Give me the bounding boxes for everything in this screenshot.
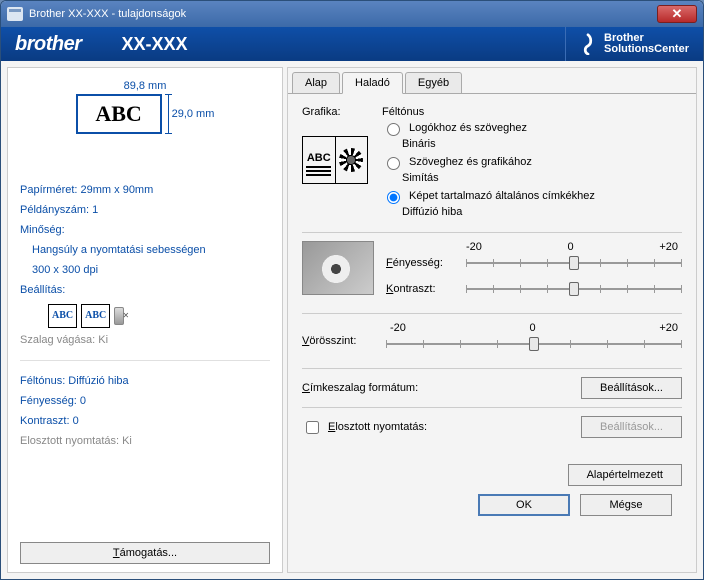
brand-model: XX-XXX [122,34,188,55]
graphics-sample-icon: ABC [302,136,368,184]
divider [302,368,682,369]
abc-icon: ABC [48,304,77,328]
distributed-label: Elosztott nyomtatás: [328,421,427,433]
dimension-line-icon [168,94,169,134]
red-level-label: Vörösszint: [302,335,374,347]
radio-dither-input[interactable] [387,157,400,170]
info-quality-v2: 300 x 300 dpi [32,260,270,280]
radio-dither[interactable]: Szöveghez és grafikához [382,156,682,170]
flower-icon [339,148,363,172]
preview-height-mark: 29,0 mm [168,94,215,134]
setting-icons: ABC ABC [48,304,270,328]
info-contrast: Kontraszt: 0 [20,411,270,431]
info-tape-cut: Szalag vágása: Ki [20,330,270,350]
ok-button[interactable]: OK [478,494,570,516]
printer-icon [7,7,23,21]
info-settings-h: Beállítás: [20,280,270,300]
tab-basic[interactable]: Alap [292,72,340,94]
support-button[interactable]: Támogatás... [20,542,270,564]
radio-binary-input[interactable] [387,123,400,136]
close-button[interactable]: ✕ [657,5,697,23]
brightness-row: Fényesség: [386,253,682,273]
info-paper-size: Papírméret: 29mm x 90mm [20,180,270,200]
slider-thumb[interactable] [529,337,539,351]
solutions-center-link[interactable]: BrotherSolutionsCenter [565,27,689,61]
tape-format-settings-button[interactable]: Beállítások... [581,377,682,399]
preview-panel: 89,8 mm ABC 29,0 mm Papírméret: 29mm x 9… [7,67,283,573]
label-preview: 89,8 mm ABC 29,0 mm [20,80,270,134]
red-row [386,334,682,354]
contrast-slider[interactable] [466,279,682,299]
defaults-button[interactable]: Alapértelmezett [568,464,682,486]
brightness-slider[interactable] [466,253,682,273]
info-halftone: Féltónus: Diffúzió hiba [20,371,270,391]
distributed-settings-button: Beállítások... [581,416,682,438]
info-quality-h: Minőség: [20,220,270,240]
brand-logo: brother [15,33,82,56]
red-level-block: Vörösszint: -20 0 +20 [302,322,682,360]
preview-width-label: 89,8 mm [20,80,270,92]
distributed-row: Elosztott nyomtatás: Beállítások... [302,416,682,438]
contrast-label: Kontraszt: [386,283,458,295]
radio-binary[interactable]: Logókhoz és szöveghez [382,122,682,136]
brightness-label: Fényesség: [386,257,458,269]
halftone-heading: Féltónus [382,106,682,118]
brightness-contrast-block: -20 0 +20 Fényesség: Kontras [302,241,682,305]
info-quality-v1: Hangsúly a nyomtatási sebességen [32,240,270,260]
slider-thumb[interactable] [569,256,579,270]
divider [302,313,682,314]
roll-icon [114,307,124,325]
tab-strip: Alap Haladó Egyéb [288,68,696,94]
tape-format-label: Címkeszalag formátum: [302,382,418,394]
settings-panel: Alap Haladó Egyéb Grafika: ABC Féltónus [287,67,697,573]
brand-bar: brother XX-XXX BrotherSolutionsCenter [1,27,703,61]
dialog-body: 89,8 mm ABC 29,0 mm Papírméret: 29mm x 9… [1,61,703,579]
tape-format-row: Címkeszalag formátum: Beállítások... [302,377,682,399]
contrast-row: Kontraszt: [386,279,682,299]
radio-diffusion-input[interactable] [387,191,400,204]
info-list: Papírméret: 29mm x 90mm Példányszám: 1 M… [20,180,270,451]
tab-other[interactable]: Egyéb [405,72,462,94]
preview-height-label: 29,0 mm [172,108,215,120]
solutions-center-label: BrotherSolutionsCenter [604,33,689,55]
dialog-footer: OK Mégse [302,486,682,516]
divider [302,232,682,233]
halftone-group: Féltónus Logókhoz és szöveghez Bináris S… [382,106,682,224]
info-brightness: Fényesség: 0 [20,391,270,411]
slider-scale: -20 0 +20 [386,322,682,334]
graphics-label: Grafika: [302,106,368,118]
abc-icon: ABC [81,304,110,328]
graphics-section: Grafika: ABC Féltónus Logókhoz és szöveg… [302,106,682,224]
tab-body-advanced: Grafika: ABC Féltónus Logókhoz és szöveg… [288,93,696,572]
tab-advanced[interactable]: Haladó [342,72,403,94]
info-copies: Példányszám: 1 [20,200,270,220]
red-slider[interactable] [386,334,682,354]
slider-thumb[interactable] [569,282,579,296]
info-distributed: Elosztott nyomtatás: Ki [20,431,270,451]
radio-diffusion[interactable]: Képet tartalmazó általános címkékhez [382,190,682,204]
radio-diffusion-sub: Diffúzió hiba [402,206,682,218]
divider [302,407,682,408]
distributed-checkbox-row[interactable]: Elosztott nyomtatás: [302,418,427,437]
radio-dither-sub: Simítás [402,172,682,184]
distributed-checkbox[interactable] [306,421,319,434]
preview-thumb [302,241,374,295]
window-title: Brother XX-XXX - tulajdonságok [29,8,657,20]
radio-binary-sub: Bináris [402,138,682,150]
titlebar[interactable]: Brother XX-XXX - tulajdonságok ✕ [1,1,703,27]
cancel-button[interactable]: Mégse [580,494,672,516]
sunflower-icon [321,254,351,284]
slider-scale: -20 0 +20 [386,241,682,253]
printer-properties-window: Brother XX-XXX - tulajdonságok ✕ brother… [0,0,704,580]
label-sample: ABC [76,94,162,134]
divider [20,360,270,361]
solutions-center-icon [578,33,598,55]
